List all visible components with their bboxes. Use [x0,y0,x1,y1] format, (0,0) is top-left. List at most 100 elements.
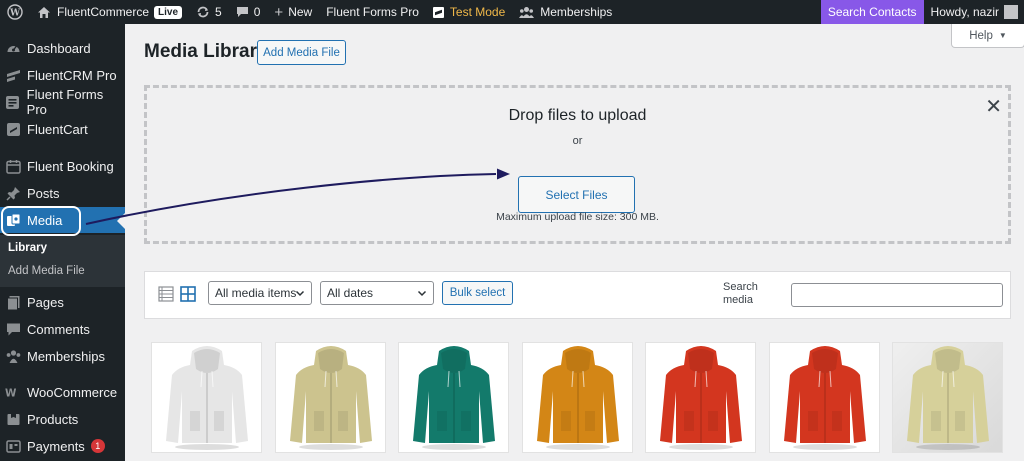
list-view-icon[interactable] [158,286,174,302]
sidebar-item-label: Memberships [27,348,106,364]
hoodie-image [413,346,495,450]
media-thumbnail-orange-hoodie[interactable] [522,342,633,453]
calendar-icon [5,158,21,174]
test-mode-link[interactable]: Test Mode [426,0,512,24]
site-name: FluentCommerce [57,5,150,19]
search-media-label: Search media [723,281,758,306]
sidebar-item-label: WooCommerce [27,384,118,400]
fluentcart-icon [432,6,444,18]
memberships-icon [519,6,535,18]
max-upload-size: Maximum upload file size: 300 MB. [496,211,659,223]
svg-text:W: W [5,387,17,399]
sidebar-item-fluentcrm-pro[interactable]: FluentCRM Pro [0,62,125,88]
fluent-forms-link[interactable]: Fluent Forms Pro [319,0,426,24]
media-type-value: All media items [215,286,297,300]
media-grid [151,342,1011,461]
sidebar-item-label: Pages [27,294,64,310]
sidebar-item-label: Posts [27,185,60,201]
sidebar-item-label: Dashboard [27,40,91,56]
woocommerce-icon: W [5,384,21,400]
comments-count: 0 [253,5,261,19]
media-thumbnail-teal-hoodie[interactable] [398,342,509,453]
admin-sidebar: Library Add Media File Dashboard FluentCRM … [0,24,125,461]
sidebar-item-dashboard[interactable]: Dashboard [0,35,125,61]
new-content-link[interactable]: + New [267,0,319,24]
submenu-item-library[interactable]: Library [8,242,47,254]
hoodie-image [166,346,248,450]
date-filter[interactable]: All dates [320,281,434,305]
media-thumbnail-beige-hoodie-photo[interactable] [892,342,1003,453]
caret-down-icon: ▼ [998,31,1007,40]
hoodie-image [290,346,372,450]
search-contacts-button[interactable]: Search Contacts [820,0,924,24]
date-filter-value: All dates [327,286,374,300]
active-menu-arrow [117,213,125,229]
memberships-link[interactable]: Memberships [512,0,619,24]
site-name-link[interactable]: FluentCommerce Live [30,0,189,24]
memberships-icon [5,348,21,364]
sidebar-item-payments[interactable]: Payments 1 [0,433,125,459]
select-files-button[interactable]: Select Files [518,176,635,213]
my-account-menu[interactable]: Howdy, nazir [924,0,1024,24]
media-type-filter[interactable]: All media items [208,281,312,305]
grid-view-icon[interactable] [180,286,196,302]
comments-icon [5,321,21,337]
sidebar-item-comments[interactable]: Comments [0,316,125,342]
sidebar-item-posts[interactable]: Posts [0,180,125,206]
media-toolbar: All media items All dates Bulk select Se… [144,271,1011,319]
admin-bar: W FluentCommerce Live 5 0 + New Fluent F… [0,0,1024,24]
test-mode-label: Test Mode [449,5,506,19]
sidebar-item-memberships[interactable]: Memberships [0,343,125,369]
payments-icon [5,438,21,454]
sidebar-item-pages[interactable]: Pages [0,289,125,315]
help-label: Help [969,29,993,42]
add-media-file-button[interactable]: Add Media File [257,40,346,65]
media-thumbnail-white-hoodie[interactable] [151,342,262,453]
products-icon [5,411,21,427]
pages-icon [5,294,21,310]
sidebar-item-label: Fluent Booking [27,158,114,174]
dashboard-icon [5,40,21,56]
submenu-item-add-media-file[interactable]: Add Media File [8,265,85,277]
sidebar-item-woocommerce[interactable]: W WooCommerce [0,379,125,405]
sidebar-item-fluent-forms-pro[interactable]: Fluent Forms Pro [0,87,125,117]
comment-bubble-icon [236,7,248,17]
howdy-label: Howdy, nazir [930,5,999,19]
hoodie-image [784,346,866,450]
memberships-label: Memberships [540,5,613,19]
updates-link[interactable]: 5 [189,0,229,24]
media-thumbnail-red-hoodie[interactable] [645,342,756,453]
main-content: Help ▼ Media Library Add Media File Drop… [125,24,1024,461]
page-title: Media Library [144,41,268,62]
upload-dropzone[interactable]: Drop files to upload or Select Files Max… [144,85,1011,244]
wordpress-logo-icon[interactable]: W [0,0,30,24]
live-badge: Live [154,5,183,19]
fluentcart-icon [5,121,21,137]
sidebar-item-label: Payments [27,438,85,454]
updates-count: 5 [215,5,222,19]
sidebar-item-label: FluentCart [27,121,88,137]
fluentforms-icon [5,94,21,110]
sidebar-item-label: Comments [27,321,90,337]
sidebar-item-fluent-booking[interactable]: Fluent Booking [0,153,125,179]
sidebar-item-fluentcart[interactable]: FluentCart [0,116,125,142]
pin-icon [5,185,21,201]
home-icon [38,6,50,18]
media-thumbnail-red-hoodie[interactable] [769,342,880,453]
search-media-input[interactable] [791,283,1003,307]
hoodie-image [660,346,742,450]
updates-icon [197,6,209,18]
comments-link[interactable]: 0 [229,0,268,24]
help-tab[interactable]: Help ▼ [951,24,1024,48]
sidebar-item-label: Products [27,411,79,427]
close-icon[interactable]: ✕ [985,97,1002,117]
sidebar-item-products[interactable]: Products [0,406,125,432]
hoodie-image [907,346,989,450]
media-highlight-ring [1,206,81,236]
hoodie-image [537,346,619,450]
drop-or-text: or [572,135,583,147]
sidebar-item-label: Fluent Forms Pro [26,87,104,117]
media-thumbnail-beige-hoodie[interactable] [275,342,386,453]
bulk-select-button[interactable]: Bulk select [442,281,513,305]
plus-icon: + [274,3,284,21]
